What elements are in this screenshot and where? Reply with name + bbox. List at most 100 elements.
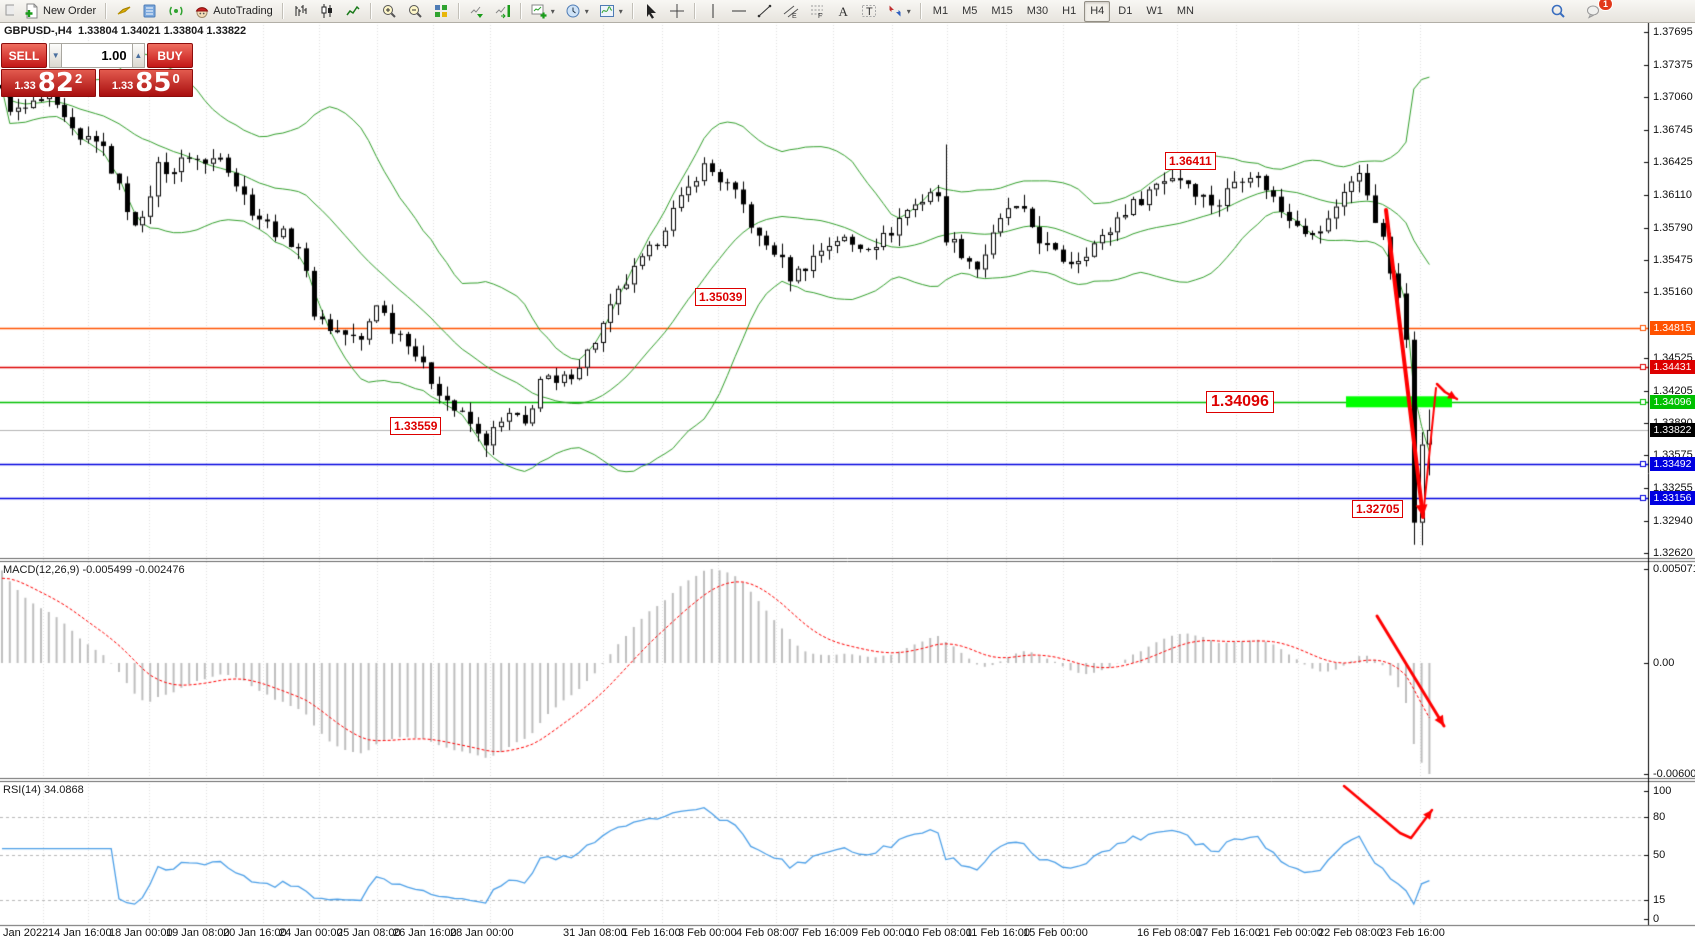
buy-price-prefix: 1.33 <box>112 80 133 92</box>
zoom-out-icon <box>407 3 423 19</box>
cursor-icon <box>643 3 659 19</box>
chart-window: GBPUSD-,H4 1.33804 1.34021 1.33804 1.338… <box>0 0 1695 939</box>
sell-price-prefix: 1.33 <box>14 80 35 92</box>
label-t-icon: T <box>861 3 877 19</box>
auto-scroll-icon <box>469 3 485 19</box>
new-chart-button[interactable]: ▾ <box>527 1 559 22</box>
buy-price-big: 85 <box>135 71 171 95</box>
toolbar-separator <box>370 3 372 19</box>
data-window-button[interactable] <box>138 1 162 22</box>
line-chart-icon <box>345 3 361 19</box>
tf-h4-button[interactable]: H4 <box>1084 1 1110 22</box>
buy-price-sup: 0 <box>172 71 179 86</box>
crosshair-icon <box>669 3 685 19</box>
volume-increase-button[interactable]: ▲ <box>132 43 145 68</box>
vline-icon <box>705 3 721 19</box>
sell-price-box[interactable]: 1.33 82 2 <box>1 69 96 97</box>
zoom-in-button[interactable] <box>377 1 401 22</box>
signals-button[interactable] <box>164 1 188 22</box>
tile-windows-button[interactable] <box>429 1 453 22</box>
signal-icon <box>168 3 184 19</box>
market-watch-button[interactable] <box>112 1 136 22</box>
toolbar-separator <box>920 3 922 19</box>
text-a-icon: A <box>835 3 851 19</box>
tf-w1-button[interactable]: W1 <box>1140 1 1169 22</box>
search-button[interactable] <box>1546 1 1570 22</box>
tf-m5-button[interactable]: M5 <box>956 1 983 22</box>
hline-icon <box>731 3 747 19</box>
notification-badge: 1 <box>1598 0 1613 11</box>
new-order-icon <box>24 3 40 19</box>
toolbar-separator <box>282 3 284 19</box>
profiles-icon <box>565 3 581 19</box>
toolbar-separator <box>520 3 522 19</box>
tf-h1-button[interactable]: H1 <box>1056 1 1082 22</box>
crosshair-tool-button[interactable] <box>665 1 689 22</box>
chart-canvas[interactable] <box>0 0 1695 939</box>
templates-button[interactable]: ▾ <box>595 1 627 22</box>
horizontal-line-tool-button[interactable] <box>727 1 751 22</box>
zoom-in-icon <box>381 3 397 19</box>
sell-price-sup: 2 <box>75 71 82 86</box>
buy-price-box[interactable]: 1.33 85 0 <box>99 69 194 97</box>
tf-m15-button[interactable]: M15 <box>985 1 1018 22</box>
toolbar: New Order AutoTrading ▾ ▾ ▾ E FA T ▾ M1M5M15M30H1… <box>0 0 1695 23</box>
toolbar-right: 1 <box>1545 1 1607 22</box>
trendline-icon <box>757 3 773 19</box>
volume-input[interactable] <box>62 43 131 68</box>
chevron-down-icon: ▾ <box>619 7 623 16</box>
profiles-button[interactable]: ▾ <box>561 1 593 22</box>
trendline-tool-button[interactable] <box>753 1 777 22</box>
autotrading-button[interactable]: AutoTrading <box>190 1 277 22</box>
docked-panel-icon[interactable] <box>1 1 18 22</box>
equidistant-channel-tool-button[interactable]: E <box>779 1 803 22</box>
text-label-tool-button[interactable]: T <box>857 1 881 22</box>
tf-m1-button[interactable]: M1 <box>927 1 954 22</box>
svg-text:E: E <box>792 13 797 19</box>
cursor-tool-button[interactable] <box>639 1 663 22</box>
buy-button[interactable]: BUY <box>147 43 193 68</box>
sell-button[interactable]: SELL <box>1 43 47 68</box>
tf-m30-button[interactable]: M30 <box>1021 1 1054 22</box>
text-tool-button[interactable]: A <box>831 1 855 22</box>
mt4-window: New Order AutoTrading ▾ ▾ ▾ E FA T ▾ M1M5M15M30H1… <box>0 0 1695 939</box>
new-order-button[interactable]: New Order <box>20 1 100 22</box>
bar-chart-button[interactable] <box>289 1 313 22</box>
notifications-button[interactable]: 1 <box>1582 1 1606 22</box>
chart-shift-icon <box>495 3 511 19</box>
tf-d1-button[interactable]: D1 <box>1112 1 1138 22</box>
autotrading-button-label: AutoTrading <box>213 5 273 17</box>
toolbar-separator <box>458 3 460 19</box>
zoom-out-button[interactable] <box>403 1 427 22</box>
templates-icon <box>599 3 615 19</box>
chevron-down-icon: ▾ <box>551 7 555 16</box>
arrows-tool-button[interactable]: ▾ <box>883 1 915 22</box>
bar-chart-icon <box>293 3 309 19</box>
svg-text:T: T <box>866 6 873 18</box>
arrows-icon <box>887 3 903 19</box>
autotrading-icon <box>194 3 210 19</box>
new-chart-icon <box>531 3 547 19</box>
chart-shift-button[interactable] <box>491 1 515 22</box>
candlestick-chart-button[interactable] <box>315 1 339 22</box>
svg-text:A: A <box>838 4 848 19</box>
new-order-button-label: New Order <box>43 5 96 17</box>
data-window-icon <box>142 3 158 19</box>
volume-decrease-button[interactable]: ▼ <box>49 43 62 68</box>
search-icon <box>1550 3 1566 19</box>
fibo-icon: F <box>809 3 825 19</box>
auto-scroll-button[interactable] <box>465 1 489 22</box>
channel-icon: E <box>783 3 799 19</box>
chevron-down-icon: ▾ <box>907 7 911 16</box>
vertical-line-tool-button[interactable] <box>701 1 725 22</box>
grid-plus-icon <box>5 2 14 18</box>
sell-price-big: 82 <box>38 71 74 95</box>
fibonacci-tool-button[interactable]: F <box>805 1 829 22</box>
toolbar-separator <box>632 3 634 19</box>
tf-mn-button[interactable]: MN <box>1171 1 1200 22</box>
toolbar-separator <box>105 3 107 19</box>
candle-chart-icon <box>319 3 335 19</box>
line-chart-button[interactable] <box>341 1 365 22</box>
one-click-trade-panel: SELL ▼ ▲ BUY 1.33 82 2 1.33 85 0 <box>1 43 193 97</box>
chevron-down-icon: ▾ <box>585 7 589 16</box>
